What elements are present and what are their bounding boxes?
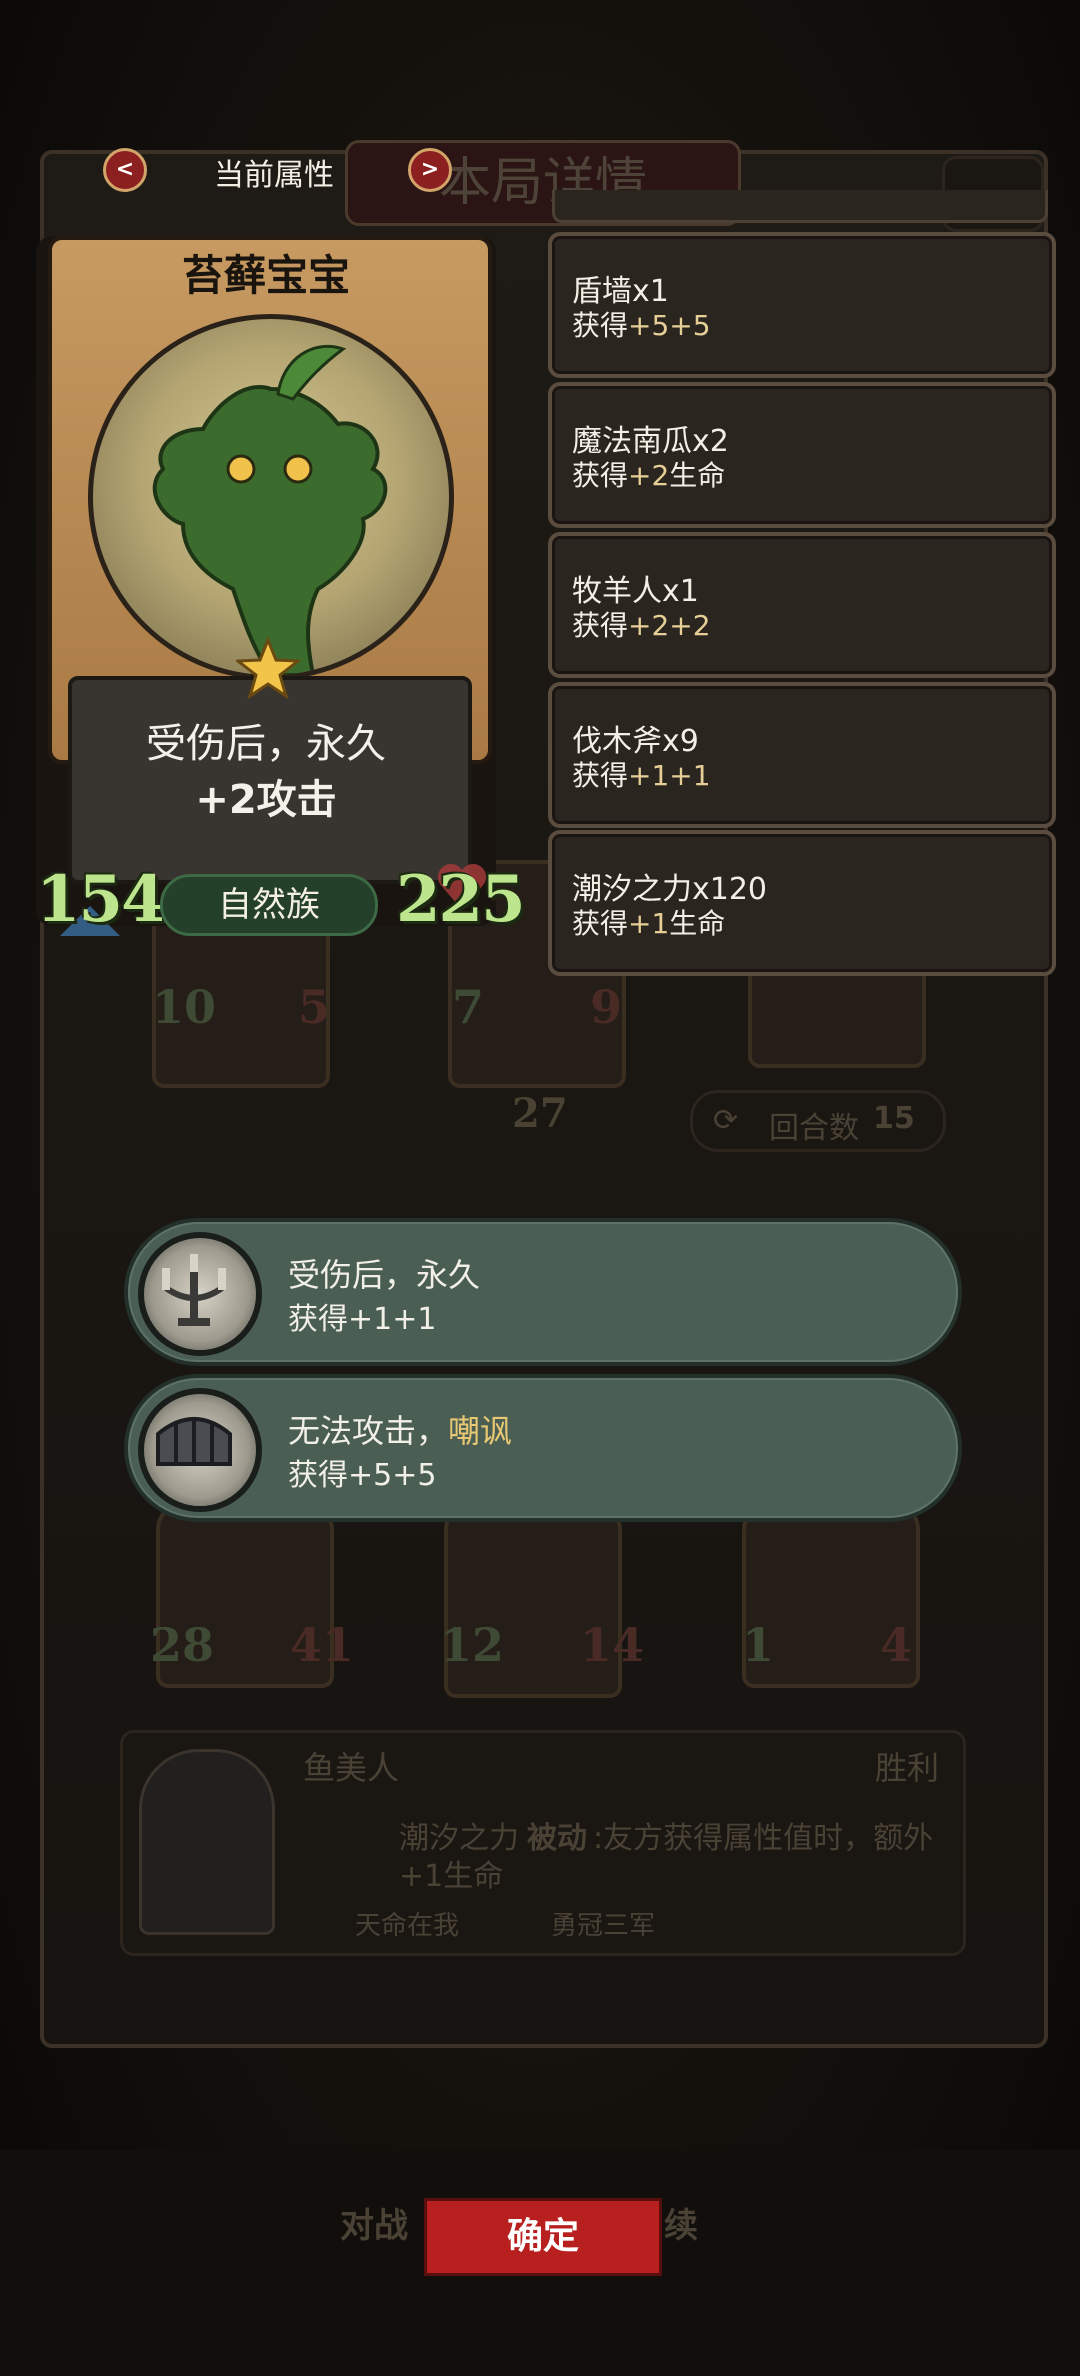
opponent-portrait bbox=[139, 1749, 275, 1935]
unit-attack: 7 bbox=[452, 980, 485, 1034]
skill-description-2: +1生命 bbox=[399, 1859, 504, 1894]
unit-attack: 28 bbox=[150, 1618, 215, 1672]
unit-health: 9 bbox=[590, 980, 623, 1034]
effect-condition: 受伤后，永久 bbox=[288, 1256, 481, 1294]
gain-detail: 获得+2+2 bbox=[572, 609, 711, 642]
moss-baby-portrait bbox=[88, 314, 454, 680]
center-badge: 27 bbox=[512, 1090, 568, 1137]
current-attributes-label: 当前属性 bbox=[214, 158, 334, 193]
candelabra-icon bbox=[138, 1232, 262, 1356]
tribe-badge: 自然族 bbox=[160, 874, 378, 936]
unit-attack: 10 bbox=[152, 980, 217, 1034]
unit-attack: 12 bbox=[440, 1618, 505, 1672]
unit-attack: 1 bbox=[742, 1618, 775, 1672]
card-name: 苔藓宝宝 bbox=[181, 251, 350, 300]
effect-condition: 无法攻击，嘲讽 bbox=[288, 1412, 513, 1450]
unit-health: 5 bbox=[298, 980, 331, 1034]
gain-item: 盾墙x1 获得+5+5 bbox=[548, 232, 1056, 378]
effect-gain: 获得+1+1 bbox=[288, 1302, 437, 1337]
card-health: 225 bbox=[396, 862, 526, 937]
gain-detail: 获得+1+1 bbox=[572, 759, 711, 792]
round-counter: ⟳ 回合数 15 bbox=[690, 1090, 946, 1152]
card-description-line1: 受伤后，永久 bbox=[146, 721, 386, 767]
unit-health: 41 bbox=[290, 1618, 355, 1672]
featured-unit-card: 苔藓宝宝 受伤后，永久 +2攻击 154 自然族 225 bbox=[36, 236, 526, 937]
card-description-line2: +2攻击 bbox=[195, 777, 337, 823]
card-description: 受伤后，永久 +2攻击 bbox=[68, 716, 464, 828]
gain-detail: 获得+5+5 bbox=[572, 309, 711, 342]
card-attack: 154 bbox=[36, 862, 166, 937]
shield-wall-icon bbox=[138, 1388, 262, 1512]
unit-health: 14 bbox=[580, 1618, 645, 1672]
list-scroll-top bbox=[552, 190, 1048, 223]
effect-popup: 无法攻击，嘲讽 获得+5+5 bbox=[128, 1378, 958, 1518]
round-label: 回合数 bbox=[769, 1111, 859, 1146]
unit-health: 4 bbox=[880, 1618, 913, 1672]
tag-1: 天命在我 bbox=[355, 1911, 460, 1941]
footer-right-text: 续 bbox=[664, 2206, 698, 2246]
confirm-button[interactable]: 确定 bbox=[424, 2198, 662, 2276]
star-icon bbox=[236, 636, 300, 700]
footer-left-text: 对战 bbox=[340, 2206, 408, 2246]
gain-detail: 获得+1生命 bbox=[572, 907, 726, 940]
gain-item: 牧羊人x1 获得+2+2 bbox=[548, 532, 1056, 678]
prev-arrow-button[interactable]: < bbox=[103, 148, 147, 192]
gain-item: 潮汐之力x120 获得+1生命 bbox=[548, 830, 1056, 976]
tag-2: 勇冠三军 bbox=[551, 1911, 656, 1941]
skill-type: 被动 bbox=[527, 1821, 587, 1856]
gain-detail: 获得+2生命 bbox=[572, 459, 726, 492]
effect-gain: 获得+5+5 bbox=[288, 1458, 437, 1493]
gain-item: 伐木斧x9 获得+1+1 bbox=[548, 682, 1056, 828]
refresh-icon: ⟳ bbox=[713, 1103, 739, 1138]
opponent-name: 鱼美人 bbox=[303, 1749, 400, 1787]
next-arrow-button[interactable]: > bbox=[408, 148, 452, 192]
round-number: 15 bbox=[873, 1101, 915, 1136]
effect-popup: 受伤后，永久 获得+1+1 bbox=[128, 1222, 958, 1362]
opponent-summary: 鱼美人 胜利 潮汐之力 被动 :友方获得属性值时，额外 +1生命 天命在我 勇冠… bbox=[120, 1730, 966, 1956]
battle-result: 胜利 bbox=[875, 1749, 940, 1787]
skill-description: :友方获得属性值时，额外 bbox=[593, 1821, 934, 1856]
gain-item: 魔法南瓜x2 获得+2生命 bbox=[548, 382, 1056, 528]
